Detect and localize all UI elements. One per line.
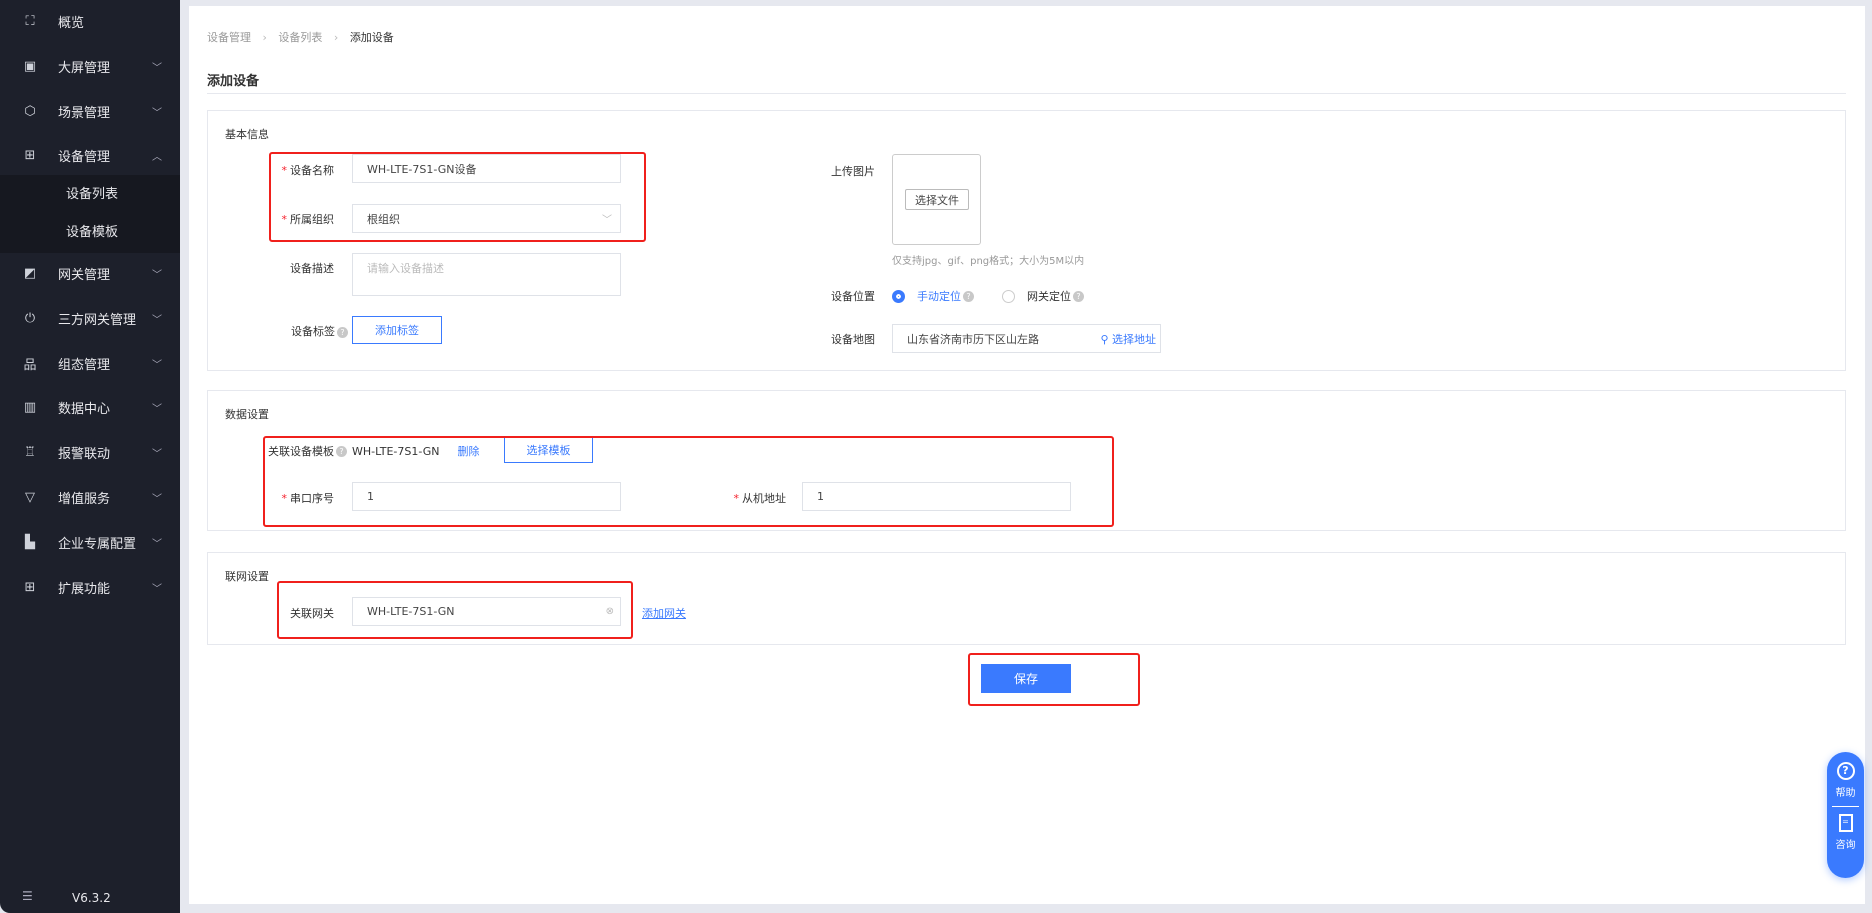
extension-icon: ⊞ bbox=[24, 579, 36, 595]
sidebar-item-label: 企业专属配置 bbox=[58, 536, 137, 552]
position-label: 设备位置 bbox=[831, 290, 875, 303]
scene-icon: ⬡ bbox=[24, 103, 36, 119]
consult-button[interactable]: = 咨询 bbox=[1827, 814, 1864, 851]
help-icon: ? bbox=[963, 290, 974, 302]
device-icon: ⊞ bbox=[24, 147, 36, 163]
help-icon: ? bbox=[1073, 290, 1084, 302]
sidebar-subitem[interactable]: 设备列表 bbox=[0, 175, 180, 215]
sidebar: ⛶ 概览 ▣ 大屏管理 ﹀ ⬡ 场景管理 ﹀ ⊞ 设备管理 ︿ ◩ 网关管理 ﹀ ⏻ 三方网关管理 ﹀ 品 组态管理… bbox=[0, 0, 180, 913]
sidebar-subitem[interactable]: 设备模板 bbox=[0, 213, 180, 253]
float-toolbar: ? 帮助 = 咨询 bbox=[1827, 752, 1864, 878]
sidebar-item-value-added[interactable]: ▽ 增值服务 ﹀ bbox=[0, 477, 180, 517]
position-radio-group: 手动定位? 网关定位? bbox=[892, 288, 1084, 304]
sidebar-item-label: 大屏管理 bbox=[58, 60, 111, 76]
breadcrumb-device-management[interactable]: 设备管理 bbox=[207, 31, 251, 44]
radio-gateway[interactable] bbox=[1002, 289, 1015, 303]
radio-manual-label[interactable]: 手动定位 bbox=[917, 288, 961, 304]
document-icon: = bbox=[1838, 814, 1853, 832]
basic-info-title: 基本信息 bbox=[225, 128, 269, 141]
breadcrumb-device-list[interactable]: 设备列表 bbox=[278, 31, 322, 44]
location-pin-icon: ⚲ bbox=[1100, 332, 1109, 346]
sidebar-item-label: 网关管理 bbox=[58, 267, 111, 283]
alarm-icon: ♖ bbox=[24, 444, 36, 460]
sidebar-item-screen[interactable]: ▣ 大屏管理 ﹀ bbox=[0, 46, 180, 86]
configuration-icon: 品 bbox=[23, 357, 37, 373]
chevron-down-icon: ﹀ bbox=[152, 62, 162, 74]
chevron-down-icon: ﹀ bbox=[152, 448, 162, 460]
chevron-down-icon: ﹀ bbox=[152, 583, 162, 595]
network-settings-title: 联网设置 bbox=[225, 570, 269, 583]
select-address-button[interactable]: ⚲ 选择地址 bbox=[1100, 331, 1156, 347]
choose-file-button[interactable]: 选择文件 bbox=[905, 189, 969, 210]
chevron-down-icon: ﹀ bbox=[152, 403, 162, 415]
tag-label: 设备标签? bbox=[260, 323, 348, 339]
sidebar-item-alarm[interactable]: ♖ 报警联动 ﹀ bbox=[0, 432, 180, 472]
sidebar-item-label: 组态管理 bbox=[58, 357, 111, 373]
highlight-box bbox=[263, 436, 1114, 527]
question-icon: ? bbox=[1836, 762, 1855, 780]
description-textarea[interactable]: 请输入设备描述 bbox=[352, 253, 621, 296]
help-icon: ? bbox=[337, 326, 348, 338]
radio-manual[interactable] bbox=[892, 289, 905, 303]
chevron-down-icon: ﹀ bbox=[152, 107, 162, 119]
add-tag-button[interactable]: 添加标签 bbox=[352, 316, 442, 344]
upload-box[interactable]: 选择文件 bbox=[892, 154, 981, 245]
enterprise-icon: ▙ bbox=[25, 534, 35, 550]
sidebar-item-label: 三方网关管理 bbox=[58, 312, 137, 328]
sidebar-item-extension[interactable]: ⊞ 扩展功能 ﹀ bbox=[0, 567, 180, 607]
map-address-input[interactable]: 山东省济南市历下区山左路 ⚲ 选择地址 bbox=[892, 324, 1161, 353]
sidebar-item-device[interactable]: ⊞ 设备管理 ︿ bbox=[0, 135, 180, 175]
map-label: 设备地图 bbox=[831, 333, 875, 346]
chevron-down-icon: ﹀ bbox=[152, 314, 162, 326]
description-label: 设备描述 bbox=[290, 262, 334, 275]
sidebar-item-overview[interactable]: ⛶ 概览 bbox=[0, 1, 180, 41]
highlight-box bbox=[277, 581, 633, 639]
highlight-box bbox=[968, 653, 1140, 706]
chevron-down-icon: ﹀ bbox=[152, 493, 162, 505]
chevron-down-icon: ﹀ bbox=[152, 538, 162, 550]
sidebar-item-label: 概览 bbox=[58, 15, 85, 31]
value-added-icon: ▽ bbox=[25, 489, 35, 505]
breadcrumb-current: 添加设备 bbox=[349, 31, 394, 44]
sidebar-item-label: 报警联动 bbox=[58, 446, 111, 462]
overview-icon: ⛶ bbox=[25, 13, 35, 29]
chevron-down-icon: ﹀ bbox=[152, 359, 162, 371]
sidebar-item-scene[interactable]: ⬡ 场景管理 ﹀ bbox=[0, 91, 180, 131]
sidebar-item-third-party-gateway[interactable]: ⏻ 三方网关管理 ﹀ bbox=[0, 298, 180, 338]
data-settings-title: 数据设置 bbox=[225, 408, 269, 421]
upload-hint: 仅支持jpg、gif、png格式；大小为5M以内 bbox=[892, 256, 1085, 267]
sidebar-item-label: 扩展功能 bbox=[58, 581, 111, 597]
version-label: V6.3.2 bbox=[72, 891, 111, 905]
screen-icon: ▣ bbox=[23, 58, 37, 74]
collapse-menu-icon[interactable]: ☰ bbox=[22, 889, 33, 903]
sidebar-item-label: 数据中心 bbox=[58, 401, 111, 417]
sidebar-item-gateway[interactable]: ◩ 网关管理 ﹀ bbox=[0, 253, 180, 293]
data-center-icon: ▥ bbox=[23, 399, 37, 415]
help-button[interactable]: ? 帮助 bbox=[1827, 752, 1864, 799]
highlight-box bbox=[269, 152, 646, 242]
sidebar-item-configuration[interactable]: 品 组态管理 ﹀ bbox=[0, 343, 180, 383]
radio-gateway-label[interactable]: 网关定位 bbox=[1027, 288, 1071, 304]
gateway-icon: ◩ bbox=[23, 265, 37, 281]
chevron-down-icon: ﹀ bbox=[152, 269, 162, 281]
upload-image-label: 上传图片 bbox=[831, 165, 875, 178]
sidebar-item-label: 设备管理 bbox=[58, 149, 111, 165]
sidebar-item-data-center[interactable]: ▥ 数据中心 ﹀ bbox=[0, 387, 180, 427]
sidebar-item-label: 场景管理 bbox=[58, 105, 111, 121]
breadcrumb: 设备管理 › 设备列表 › 添加设备 bbox=[207, 31, 394, 44]
title-divider bbox=[207, 93, 1846, 94]
page-title: 添加设备 bbox=[207, 74, 260, 89]
sidebar-item-label: 增值服务 bbox=[58, 491, 111, 507]
sidebar-item-enterprise[interactable]: ▙ 企业专属配置 ﹀ bbox=[0, 522, 180, 562]
chevron-up-icon: ︿ bbox=[152, 151, 162, 163]
third-party-gateway-icon: ⏻ bbox=[24, 310, 36, 326]
add-gateway-link[interactable]: 添加网关 bbox=[642, 605, 686, 621]
